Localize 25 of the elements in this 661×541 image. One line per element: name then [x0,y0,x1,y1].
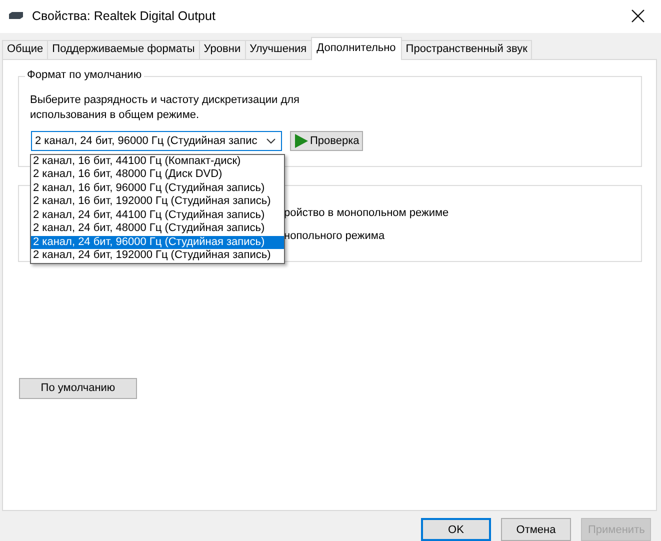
dropdown-option[interactable]: 2 канал, 24 бит, 44100 Гц (Студийная запись) [31,208,284,222]
checkbox-label: нопольного режима [284,228,385,243]
checkbox-label: ройство в монопольном режиме [284,206,449,220]
tab[interactable]: Пространственный звук [400,40,532,59]
dropdown-option[interactable]: 2 канал, 24 бит, 96000 Гц (Студийная запись) [31,236,284,250]
format-dropdown[interactable]: 2 канал, 24 бит, 96000 Гц (Студийная запис [31,130,282,151]
dialog-button[interactable]: OK [421,518,491,541]
play-icon [294,134,308,148]
chevron-icon [266,138,276,144]
tab[interactable]: Дополнительно [310,36,402,60]
dropdown-option[interactable]: 2 канал, 16 бит, 96000 Гц (Студийная запись) [31,182,284,196]
window-title: Свойства: Realtek Digital Output [32,9,216,24]
group-title: Формат по умолчанию [25,68,144,81]
close-icon[interactable] [631,9,645,24]
dropdown-option[interactable]: 2 канал, 16 бит, 192000 Гц (Студийная запись) [31,195,284,209]
dialog-button[interactable]: Отмена [501,518,571,541]
tab[interactable]: Общие [2,40,48,59]
description-text: Выберите разрядность и частоту дискретизации для использования в общем режиме. [30,92,301,123]
dropdown-option[interactable]: 2 канал, 16 бит, 48000 Гц (Диск DVD) [31,168,284,182]
dropdown-option[interactable]: 2 канал, 24 бит, 48000 Гц (Студийная запись) [31,222,284,236]
speaker-device-icon [8,12,24,20]
dropdown-option[interactable]: 2 канал, 24 бит, 192000 Гц (Студийная запись) [31,249,284,263]
dropdown-option[interactable]: 2 канал, 16 бит, 44100 Гц (Компакт-диск) [31,154,284,168]
test-button[interactable]: Проверка [290,130,364,151]
restore-defaults-button[interactable]: По умолчанию [19,378,137,399]
